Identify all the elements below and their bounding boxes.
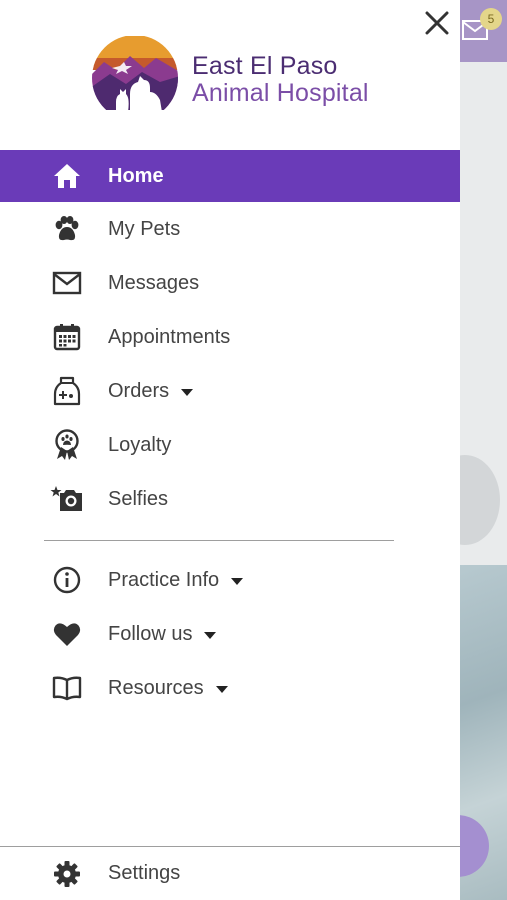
menu-item-label: Selfies bbox=[108, 487, 169, 510]
practice-name-line1: East El Paso bbox=[192, 52, 338, 80]
menu-item-label: Follow us bbox=[108, 622, 217, 646]
background-message-badge: 5 bbox=[480, 8, 502, 30]
chevron-down-icon bbox=[215, 685, 228, 693]
secondary-menu: Practice Info Follow us Resources bbox=[0, 553, 460, 715]
menu-item-text: Follow us bbox=[108, 622, 193, 645]
practice-logo: East El Paso Animal Hospital bbox=[90, 36, 380, 116]
pet-food-bag-icon bbox=[50, 374, 84, 408]
close-button[interactable] bbox=[420, 6, 454, 40]
camera-star-icon bbox=[50, 482, 84, 516]
menu-divider bbox=[44, 540, 394, 541]
menu-item-label: My Pets bbox=[108, 217, 181, 240]
gear-icon bbox=[50, 857, 84, 891]
menu-item-loyalty[interactable]: Loyalty bbox=[0, 418, 460, 472]
paw-icon bbox=[50, 212, 84, 246]
menu-item-orders[interactable]: Orders bbox=[0, 364, 460, 418]
book-icon bbox=[50, 671, 84, 705]
practice-logo-mark bbox=[90, 36, 180, 112]
main-menu: Home My Pets Messages Appointments Order bbox=[0, 150, 460, 526]
menu-item-settings[interactable]: Settings bbox=[0, 847, 460, 900]
menu-item-messages[interactable]: Messages bbox=[0, 256, 460, 310]
info-icon bbox=[50, 563, 84, 597]
heart-icon bbox=[50, 617, 84, 651]
chevron-down-icon bbox=[204, 631, 217, 639]
menu-item-appointments[interactable]: Appointments bbox=[0, 310, 460, 364]
chevron-down-icon bbox=[181, 388, 194, 396]
calendar-icon bbox=[50, 320, 84, 354]
navigation-drawer: East El Paso Animal Hospital Home My Pet… bbox=[0, 0, 460, 900]
menu-item-home[interactable]: Home bbox=[0, 150, 460, 202]
background-app: 5 bbox=[460, 0, 507, 900]
award-ribbon-icon bbox=[50, 428, 84, 462]
menu-item-label: Orders bbox=[108, 379, 194, 403]
home-icon bbox=[50, 159, 84, 193]
menu-item-text: Orders bbox=[108, 379, 170, 402]
menu-item-selfies[interactable]: Selfies bbox=[0, 472, 460, 526]
practice-name-line2: Animal Hospital bbox=[192, 79, 369, 107]
menu-item-text: Resources bbox=[108, 676, 204, 699]
menu-item-text: Practice Info bbox=[108, 568, 220, 591]
menu-item-label: Home bbox=[108, 164, 164, 187]
envelope-icon bbox=[50, 266, 84, 300]
menu-item-label: Settings bbox=[108, 862, 181, 884]
menu-item-label: Resources bbox=[108, 677, 228, 700]
menu-item-follow-us[interactable]: Follow us bbox=[0, 607, 460, 661]
menu-item-label: Loyalty bbox=[108, 433, 172, 456]
menu-item-label: Messages bbox=[108, 271, 200, 294]
close-icon bbox=[425, 11, 449, 35]
menu-item-label: Appointments bbox=[108, 325, 231, 348]
chevron-down-icon bbox=[231, 577, 244, 585]
menu-item-label: Practice Info bbox=[108, 568, 244, 592]
menu-item-my-pets[interactable]: My Pets bbox=[0, 202, 460, 256]
menu-item-practice-info[interactable]: Practice Info bbox=[0, 553, 460, 607]
menu-item-resources[interactable]: Resources bbox=[0, 661, 460, 715]
